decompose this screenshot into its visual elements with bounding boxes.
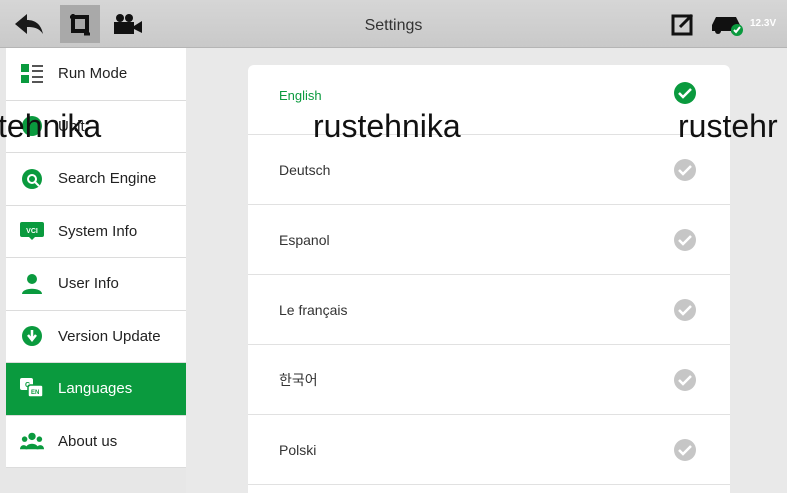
sidebar-item-label: User Info xyxy=(58,275,119,293)
sidebar-item-about-us[interactable]: About us xyxy=(6,416,186,468)
edit-icon[interactable] xyxy=(668,8,698,40)
top-bar: Settings 12.3V xyxy=(0,0,787,48)
sidebar-item-label: Languages xyxy=(58,380,133,398)
user-icon xyxy=(20,272,44,296)
svg-text:EN: EN xyxy=(31,390,39,396)
sidebar-item-label: About us xyxy=(58,432,118,450)
sidebar-item-label: Version Update xyxy=(58,327,161,345)
language-label: Polski xyxy=(279,441,317,458)
vehicle-connection-icon[interactable] xyxy=(708,8,748,40)
language-label: Espanol xyxy=(279,231,330,248)
sidebar-item-label: Search Engine xyxy=(58,170,157,188)
sidebar-item-version-update[interactable]: Version Update xyxy=(6,311,186,363)
check-selected-icon xyxy=(674,81,696,104)
watermark-text: tehnika xyxy=(0,108,102,144)
language-option-espanol[interactable]: Espanol xyxy=(248,205,730,275)
watermark-text: rustehr xyxy=(678,108,778,144)
sidebar-item-label: Run Mode xyxy=(58,65,128,83)
svg-text:C: C xyxy=(25,382,30,389)
language-label: Le français xyxy=(279,301,348,318)
list-icon xyxy=(20,62,44,86)
language-option-polski[interactable]: Polski xyxy=(248,415,730,485)
svg-text:VCI: VCI xyxy=(26,228,38,235)
language-option-korean[interactable]: 한국어 xyxy=(248,345,730,415)
sidebar-item-languages[interactable]: C EN Languages xyxy=(6,363,186,416)
sidebar-item-run-mode[interactable]: Run Mode xyxy=(6,48,186,101)
language-label: Deutsch xyxy=(279,161,331,178)
sidebar-item-system-info[interactable]: VCI System Info xyxy=(6,206,186,258)
sidebar-item-user-info[interactable]: User Info xyxy=(6,258,186,311)
battery-voltage: 12.3V xyxy=(750,18,777,29)
watermark-text: rustehnika xyxy=(313,108,461,144)
language-option-deutsch[interactable]: Deutsch xyxy=(248,135,730,205)
sidebar-item-search-engine[interactable]: Search Engine xyxy=(6,153,186,206)
check-icon xyxy=(674,368,696,391)
sidebar-item-label: System Info xyxy=(58,222,138,240)
search-engine-icon xyxy=(20,167,44,191)
download-icon xyxy=(20,324,44,348)
language-label: English xyxy=(279,88,322,103)
language-label: 한국어 xyxy=(279,371,318,388)
language-option-francais[interactable]: Le français xyxy=(248,275,730,345)
vci-icon: VCI xyxy=(20,219,44,243)
check-icon xyxy=(674,158,696,181)
check-icon xyxy=(674,438,696,461)
check-icon xyxy=(674,228,696,251)
languages-icon: C EN xyxy=(20,377,44,401)
check-icon xyxy=(674,298,696,321)
people-icon xyxy=(20,429,44,453)
